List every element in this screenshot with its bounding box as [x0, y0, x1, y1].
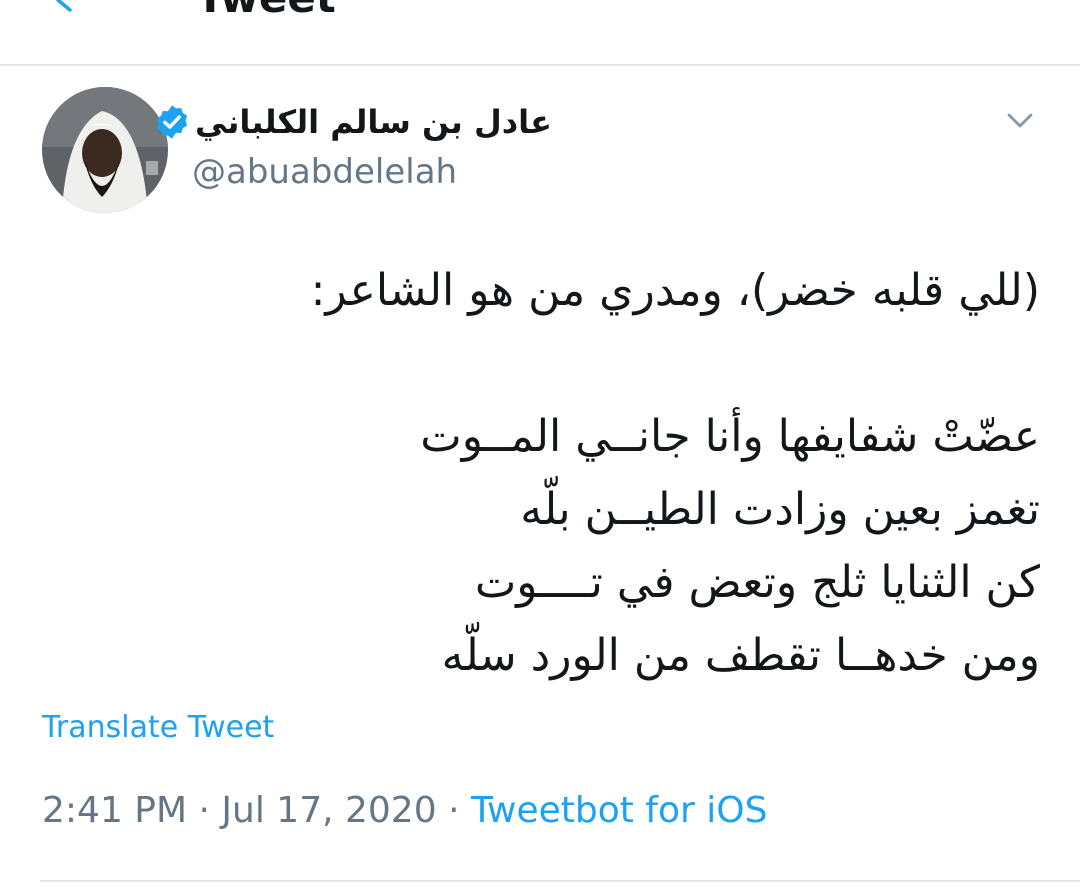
author-name-row[interactable]: عادل بن سالم الكلباني [153, 96, 552, 148]
tweet-text: (للي قلبه خضر)، ومدري من هو الشاعر: عضّت… [60, 254, 1040, 692]
avatar[interactable] [42, 87, 168, 213]
tweet-line: كن الثنايا ثلج وتعض في تــــوت [474, 557, 1040, 608]
author-handle[interactable]: @abuabdelelah [192, 152, 457, 192]
page-title: Tweet [196, 0, 336, 22]
verified-badge-icon [156, 105, 188, 139]
tweet-line: تغمز بعين وزادت الطيــن بلّه [520, 484, 1040, 535]
tweet-meta: 2:41 PM · Jul 17, 2020 · Tweetbot for iO… [42, 790, 767, 831]
tweet-source-link[interactable]: Tweetbot for iOS [471, 790, 767, 831]
back-arrow-icon[interactable] [50, 0, 78, 14]
tweet-line: ومن خدهــا تقطف من الورد سلّه [441, 630, 1040, 681]
divider [40, 880, 1080, 882]
translate-tweet-link[interactable]: Translate Tweet [42, 710, 274, 745]
tweet-line: عضّتْ شفايفها وأنا جانــي المــوت [420, 411, 1040, 462]
meta-separator: · [448, 790, 460, 831]
top-bar: Tweet [0, 0, 1080, 66]
chevron-down-icon[interactable] [1004, 104, 1036, 136]
tweet-date: Jul 17, 2020 [221, 790, 437, 831]
avatar-image [42, 87, 168, 213]
meta-separator: · [198, 790, 210, 831]
author-display-name[interactable]: عادل بن سالم الكلباني [195, 103, 552, 141]
tweet-line: (للي قلبه خضر)، ومدري من هو الشاعر: [310, 265, 1040, 316]
tweet-time: 2:41 PM [42, 790, 188, 831]
